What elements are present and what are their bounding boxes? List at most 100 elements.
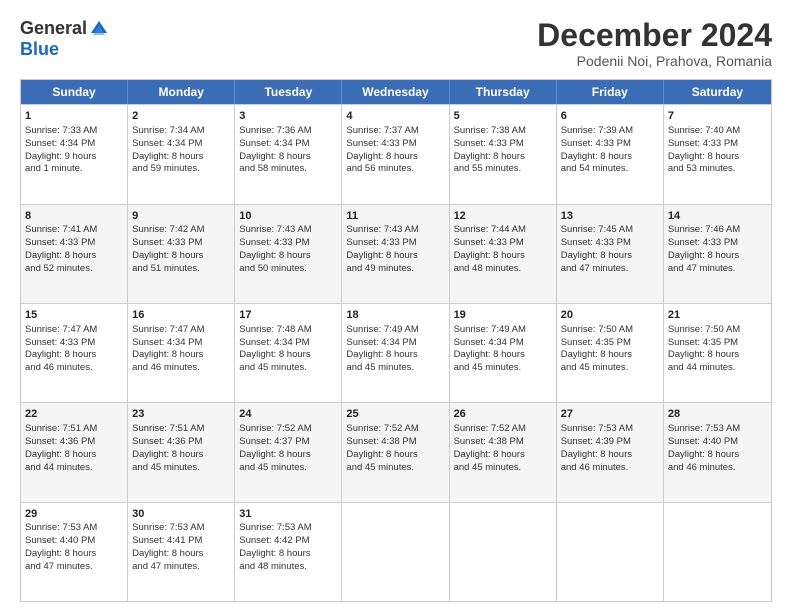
weekday-header: Thursday	[450, 80, 557, 104]
day-info: and 58 minutes.	[239, 163, 337, 176]
calendar-cell: 25Sunrise: 7:52 AMSunset: 4:38 PMDayligh…	[342, 403, 449, 501]
day-number: 22	[25, 407, 123, 422]
day-info: Daylight: 8 hours	[25, 349, 123, 362]
day-info: Sunrise: 7:45 AM	[561, 224, 659, 237]
day-info: Sunrise: 7:49 AM	[454, 324, 552, 337]
calendar-cell	[450, 503, 557, 601]
day-info: Sunset: 4:33 PM	[25, 237, 123, 250]
calendar-row: 22Sunrise: 7:51 AMSunset: 4:36 PMDayligh…	[21, 402, 771, 501]
day-number: 23	[132, 407, 230, 422]
day-info: Daylight: 8 hours	[668, 151, 767, 164]
day-info: Sunset: 4:33 PM	[668, 138, 767, 151]
day-info: Daylight: 9 hours	[25, 151, 123, 164]
day-info: and 47 minutes.	[25, 561, 123, 574]
calendar-cell: 14Sunrise: 7:46 AMSunset: 4:33 PMDayligh…	[664, 205, 771, 303]
day-info: and 47 minutes.	[668, 263, 767, 276]
day-number: 16	[132, 308, 230, 323]
day-info: and 53 minutes.	[668, 163, 767, 176]
day-info: Sunset: 4:34 PM	[346, 337, 444, 350]
day-info: Sunrise: 7:50 AM	[668, 324, 767, 337]
calendar-cell: 8Sunrise: 7:41 AMSunset: 4:33 PMDaylight…	[21, 205, 128, 303]
day-info: Daylight: 8 hours	[561, 349, 659, 362]
calendar-body: 1Sunrise: 7:33 AMSunset: 4:34 PMDaylight…	[21, 104, 771, 601]
day-info: Sunset: 4:36 PM	[132, 436, 230, 449]
calendar-row: 8Sunrise: 7:41 AMSunset: 4:33 PMDaylight…	[21, 204, 771, 303]
day-info: Sunset: 4:33 PM	[454, 237, 552, 250]
calendar-cell: 5Sunrise: 7:38 AMSunset: 4:33 PMDaylight…	[450, 105, 557, 203]
day-number: 7	[668, 109, 767, 124]
day-info: Sunset: 4:33 PM	[25, 337, 123, 350]
calendar-cell: 21Sunrise: 7:50 AMSunset: 4:35 PMDayligh…	[664, 304, 771, 402]
weekday-header: Friday	[557, 80, 664, 104]
day-info: and 45 minutes.	[132, 462, 230, 475]
day-info: Sunrise: 7:37 AM	[346, 125, 444, 138]
day-info: Sunset: 4:40 PM	[25, 535, 123, 548]
day-number: 11	[346, 209, 444, 224]
day-info: and 51 minutes.	[132, 263, 230, 276]
day-info: Daylight: 8 hours	[561, 151, 659, 164]
day-info: and 46 minutes.	[132, 362, 230, 375]
day-info: Sunrise: 7:50 AM	[561, 324, 659, 337]
day-info: and 1 minute.	[25, 163, 123, 176]
day-number: 8	[25, 209, 123, 224]
day-info: Daylight: 8 hours	[132, 151, 230, 164]
calendar-cell: 13Sunrise: 7:45 AMSunset: 4:33 PMDayligh…	[557, 205, 664, 303]
day-info: Sunrise: 7:43 AM	[239, 224, 337, 237]
calendar: SundayMondayTuesdayWednesdayThursdayFrid…	[20, 79, 772, 602]
day-info: Daylight: 8 hours	[239, 349, 337, 362]
day-info: Sunset: 4:33 PM	[561, 237, 659, 250]
day-info: Sunrise: 7:53 AM	[239, 522, 337, 535]
day-info: Sunset: 4:38 PM	[346, 436, 444, 449]
day-info: Sunset: 4:39 PM	[561, 436, 659, 449]
day-info: Daylight: 8 hours	[454, 250, 552, 263]
day-info: Daylight: 8 hours	[346, 151, 444, 164]
day-info: and 52 minutes.	[25, 263, 123, 276]
calendar-cell: 30Sunrise: 7:53 AMSunset: 4:41 PMDayligh…	[128, 503, 235, 601]
day-info: Sunrise: 7:43 AM	[346, 224, 444, 237]
day-number: 14	[668, 209, 767, 224]
day-number: 24	[239, 407, 337, 422]
day-info: and 55 minutes.	[454, 163, 552, 176]
calendar-cell: 29Sunrise: 7:53 AMSunset: 4:40 PMDayligh…	[21, 503, 128, 601]
calendar-cell: 15Sunrise: 7:47 AMSunset: 4:33 PMDayligh…	[21, 304, 128, 402]
day-number: 13	[561, 209, 659, 224]
day-info: Sunrise: 7:46 AM	[668, 224, 767, 237]
day-info: Daylight: 8 hours	[346, 250, 444, 263]
calendar-cell: 28Sunrise: 7:53 AMSunset: 4:40 PMDayligh…	[664, 403, 771, 501]
day-info: Sunset: 4:35 PM	[668, 337, 767, 350]
calendar-cell: 10Sunrise: 7:43 AMSunset: 4:33 PMDayligh…	[235, 205, 342, 303]
day-info: Daylight: 8 hours	[346, 349, 444, 362]
day-info: and 46 minutes.	[25, 362, 123, 375]
calendar-cell: 1Sunrise: 7:33 AMSunset: 4:34 PMDaylight…	[21, 105, 128, 203]
day-number: 18	[346, 308, 444, 323]
day-info: Sunset: 4:34 PM	[132, 337, 230, 350]
day-info: Sunset: 4:34 PM	[25, 138, 123, 151]
day-info: Daylight: 8 hours	[239, 151, 337, 164]
day-info: Sunrise: 7:38 AM	[454, 125, 552, 138]
calendar-row: 15Sunrise: 7:47 AMSunset: 4:33 PMDayligh…	[21, 303, 771, 402]
day-info: Sunset: 4:35 PM	[561, 337, 659, 350]
subtitle: Podenii Noi, Prahova, Romania	[537, 53, 772, 69]
calendar-cell: 11Sunrise: 7:43 AMSunset: 4:33 PMDayligh…	[342, 205, 449, 303]
day-info: Sunset: 4:33 PM	[239, 237, 337, 250]
day-info: and 56 minutes.	[346, 163, 444, 176]
day-info: Sunrise: 7:52 AM	[239, 423, 337, 436]
calendar-cell	[342, 503, 449, 601]
day-info: Sunset: 4:42 PM	[239, 535, 337, 548]
day-info: Daylight: 8 hours	[346, 449, 444, 462]
calendar-cell: 16Sunrise: 7:47 AMSunset: 4:34 PMDayligh…	[128, 304, 235, 402]
day-info: Sunset: 4:33 PM	[346, 138, 444, 151]
header: General Blue December 2024 Podenii Noi, …	[20, 18, 772, 69]
day-info: Daylight: 8 hours	[239, 548, 337, 561]
day-info: and 45 minutes.	[346, 362, 444, 375]
day-info: Sunrise: 7:36 AM	[239, 125, 337, 138]
calendar-cell: 26Sunrise: 7:52 AMSunset: 4:38 PMDayligh…	[450, 403, 557, 501]
day-number: 31	[239, 507, 337, 522]
day-number: 9	[132, 209, 230, 224]
weekday-header: Monday	[128, 80, 235, 104]
day-number: 5	[454, 109, 552, 124]
calendar-cell: 12Sunrise: 7:44 AMSunset: 4:33 PMDayligh…	[450, 205, 557, 303]
day-info: and 45 minutes.	[561, 362, 659, 375]
day-info: Sunrise: 7:49 AM	[346, 324, 444, 337]
day-info: Sunset: 4:38 PM	[454, 436, 552, 449]
